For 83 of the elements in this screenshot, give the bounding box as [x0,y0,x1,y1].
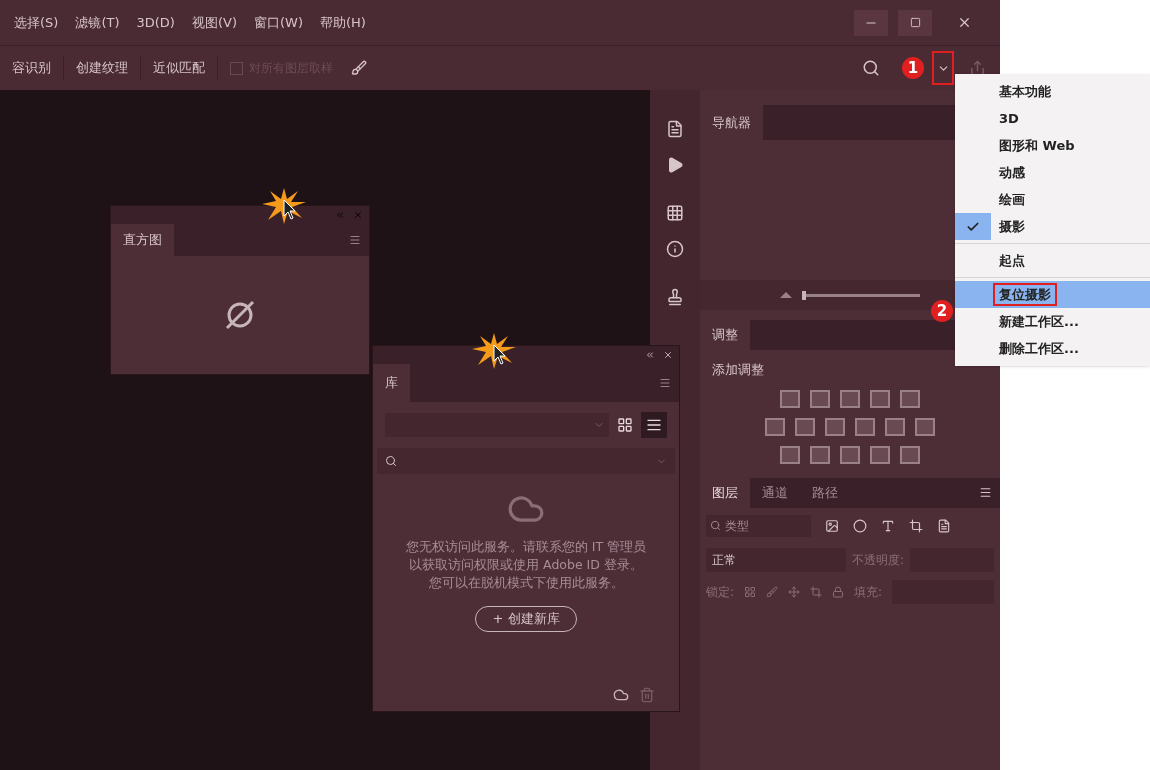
menu-item[interactable]: 滤镜(T) [75,12,120,33]
fill-label: 填充: [854,583,883,601]
adjustment-icon[interactable] [915,417,935,436]
move-icon[interactable] [788,585,801,598]
brush-icon [351,60,367,76]
library-search-field[interactable] [377,448,675,474]
cursor-burst-icon [262,188,306,224]
lock-label: 锁定: [706,583,735,601]
workspace-dropdown-button[interactable] [932,51,954,85]
menu-item[interactable]: 3D [955,105,1150,132]
cloud-icon[interactable] [613,687,629,703]
adjustment-icon[interactable] [900,389,920,408]
opacity-label: 不透明度: [852,551,905,569]
type-icon[interactable] [881,518,895,533]
adjustment-icon[interactable] [780,389,800,408]
menu-item[interactable]: 绘画 [955,186,1150,213]
menu-item[interactable]: 动感 [955,159,1150,186]
menu-item[interactable]: 复位摄影 [955,281,1150,308]
history-icon[interactable] [666,120,684,138]
blend-mode-dropdown[interactable]: 正常 [706,547,846,572]
circle-icon[interactable] [853,518,867,533]
filter-placeholder: 类型 [725,517,749,535]
grid-view-icon[interactable] [617,417,633,433]
adjustment-icon[interactable] [810,389,830,408]
maximize-icon[interactable] [898,9,932,36]
menu-item[interactable]: 窗口(W) [254,12,303,33]
option-button[interactable]: 创建纹理 [64,55,141,81]
adjustment-icon[interactable] [795,417,815,436]
panel-tab[interactable]: 直方图 [111,224,174,256]
info-icon[interactable] [666,240,684,258]
panel-label: 添加调整 [711,361,765,379]
menu-item[interactable]: 选择(S) [14,12,59,33]
menu-item[interactable]: 3D(D) [136,12,175,33]
image-icon[interactable] [825,518,839,533]
adjustment-icon[interactable] [900,445,920,464]
panel-tab[interactable]: 图层 [700,477,750,508]
lock-icon[interactable] [832,585,845,598]
search-icon [385,455,397,467]
adjustment-icon[interactable] [810,445,830,464]
file-icon[interactable] [937,518,951,533]
step-number-badge: 1 [902,57,924,79]
panel-tab[interactable]: 导航器 [700,105,763,140]
panel-tab[interactable]: 库 [373,364,410,402]
collapse-icon[interactable] [645,350,655,360]
adjustment-icon[interactable] [870,389,890,408]
adjustment-icon[interactable] [780,445,800,464]
library-message: 您无权访问此服务。请联系您的 IT 管理员以获取访问权限或使用 Adobe ID 登录。您可以在脱机模式下使用此服务。 [404,538,648,592]
menu-item[interactable]: 基本功能 [955,78,1150,105]
panel-tab[interactable]: 路径 [800,477,850,508]
close-icon[interactable] [663,350,673,360]
option-button[interactable]: 容识别 [0,55,64,81]
menu-item[interactable]: 新建工作区... [955,308,1150,335]
adjustment-icon[interactable] [825,417,845,436]
adjustment-icon[interactable] [870,445,890,464]
menu-item[interactable]: 帮助(H) [320,12,366,33]
adjustment-icon[interactable] [840,445,860,464]
minimize-icon[interactable] [854,9,888,36]
search-icon [710,520,721,531]
menu-item[interactable]: 起点 [955,247,1150,274]
panel-tab[interactable]: 通道 [750,477,800,508]
menu-item[interactable]: 视图(V) [191,12,237,33]
list-view-icon[interactable] [641,412,667,438]
stamp-icon[interactable] [666,288,684,306]
search-icon[interactable] [862,59,880,77]
menu-item[interactable]: 删除工作区... [955,335,1150,362]
adjustment-icon[interactable] [855,417,875,436]
adjustment-icon[interactable] [765,417,785,436]
cursor-burst-icon [472,333,516,369]
option-button[interactable]: 近似匹配 [141,55,218,81]
play-icon[interactable] [666,156,684,174]
adjustment-icon[interactable] [885,417,905,436]
filter-field[interactable]: 类型 [706,514,811,537]
brush-icon[interactable] [766,585,779,598]
crop-icon[interactable] [909,518,923,533]
trash-icon[interactable] [639,687,655,703]
menu-item[interactable]: 摄影 [955,213,1150,240]
checker-icon[interactable] [744,585,757,598]
layer-comps-icon[interactable] [666,204,684,222]
zoom-out-icon[interactable] [780,292,792,298]
slider-thumb[interactable] [802,290,806,300]
panel-tab[interactable]: 调整 [700,320,750,350]
menu-item[interactable]: 图形和 Web [955,132,1150,159]
adjustment-icon[interactable] [840,389,860,408]
